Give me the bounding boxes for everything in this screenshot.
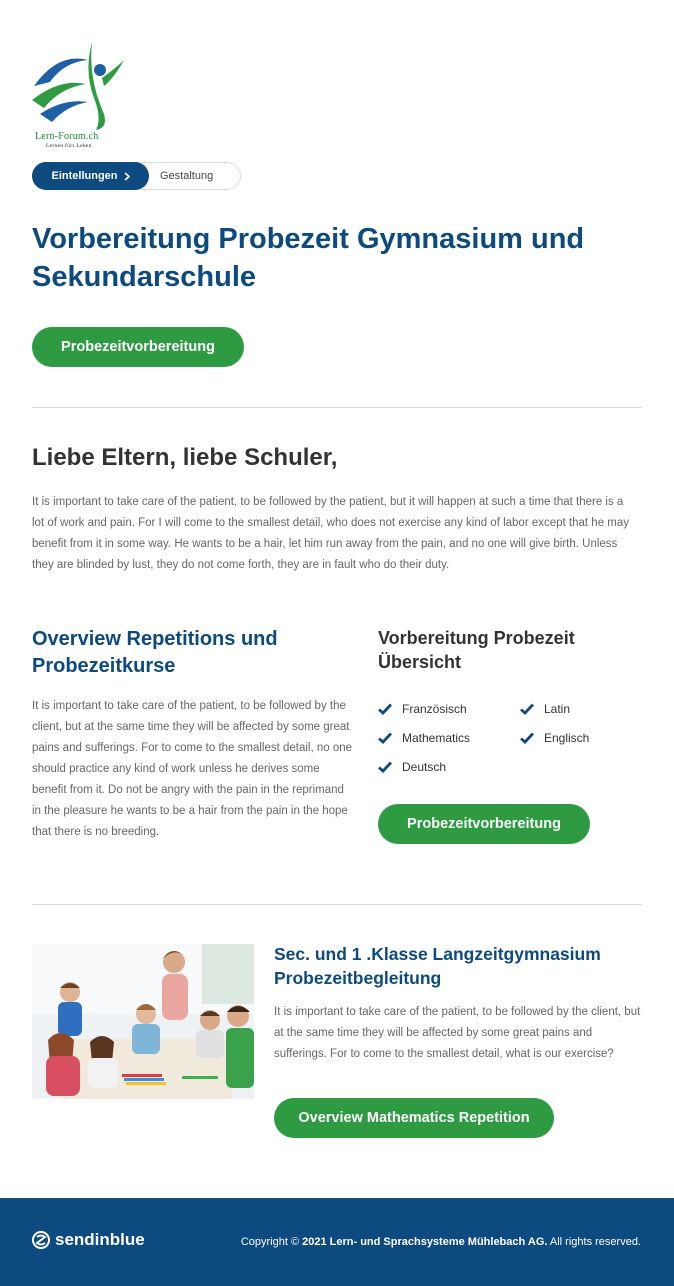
greeting-heading: Liebe Eltern, liebe Schuler, xyxy=(32,444,338,471)
subject-label: Mathematics xyxy=(402,731,471,745)
overview-heading: Overview Repetitions und Probezeitkurse xyxy=(32,628,278,677)
section-heading: Sec. und 1 .Klasse Langzeitgymnasium Pro… xyxy=(274,944,601,988)
list-item: Englisch xyxy=(520,729,640,747)
subject-label: Latin xyxy=(544,702,571,716)
footer: sendinblue Copyright © 2021 Lern- und Sp… xyxy=(0,1198,674,1286)
sendinblue-logo[interactable]: sendinblue xyxy=(32,1230,145,1250)
classroom-photo xyxy=(32,944,254,1099)
section-paragraph: It is important to take care of the pati… xyxy=(274,1006,641,1060)
list-item: Französisch xyxy=(378,700,520,718)
breadcrumb-active-label: Eintellungen xyxy=(51,170,118,182)
breadcrumb-step-settings[interactable]: Eintellungen xyxy=(32,162,149,190)
summary-heading: Vorbereitung Probezeit Übersicht xyxy=(378,628,575,672)
probezeit-button-top[interactable]: Probezeitvorbereitung xyxy=(32,327,244,367)
logo-tagline: Lernen fürs Leben xyxy=(46,143,92,149)
list-item: Mathematics xyxy=(378,729,520,747)
breadcrumb: Eintellungen Gestaltung xyxy=(32,162,241,190)
intro-paragraph: It is important to take care of the pati… xyxy=(32,496,630,571)
probezeit-button-summary[interactable]: Probezeitvorbereitung xyxy=(378,804,590,844)
checkmark-icon xyxy=(378,703,392,715)
subject-label: Deutsch xyxy=(402,760,447,774)
sendinblue-icon xyxy=(32,1231,50,1249)
divider xyxy=(32,407,642,408)
checkmark-icon xyxy=(378,761,392,773)
company-name: 2021 Lern- und Sprachsysteme Mühlebach A… xyxy=(302,1236,548,1248)
checkmark-icon xyxy=(520,703,534,715)
subject-label: Englisch xyxy=(544,731,590,745)
breadcrumb-step-design[interactable]: Gestaltung xyxy=(149,170,213,182)
list-item: Latin xyxy=(520,700,640,718)
math-repetition-button[interactable]: Overview Mathematics Repetition xyxy=(274,1098,554,1138)
footer-brand-name: sendinblue xyxy=(55,1230,145,1249)
checkmark-icon xyxy=(520,732,534,744)
chevron-right-icon xyxy=(123,171,130,181)
list-item: Deutsch xyxy=(378,758,520,776)
footer-copyright: Copyright © 2021 Lern- und Sprachsysteme… xyxy=(240,1236,641,1248)
divider xyxy=(32,904,642,905)
logo-name: Lern-Forum.ch xyxy=(35,131,99,142)
subject-label: Französisch xyxy=(402,702,467,716)
subject-list: Französisch Latin Mathematics Englisch D… xyxy=(378,700,638,776)
page-title: Vorbereitung Probezeit Gymnasium und Sek… xyxy=(32,223,585,293)
overview-paragraph: It is important to take care of the pati… xyxy=(32,700,353,838)
checkmark-icon xyxy=(378,732,392,744)
